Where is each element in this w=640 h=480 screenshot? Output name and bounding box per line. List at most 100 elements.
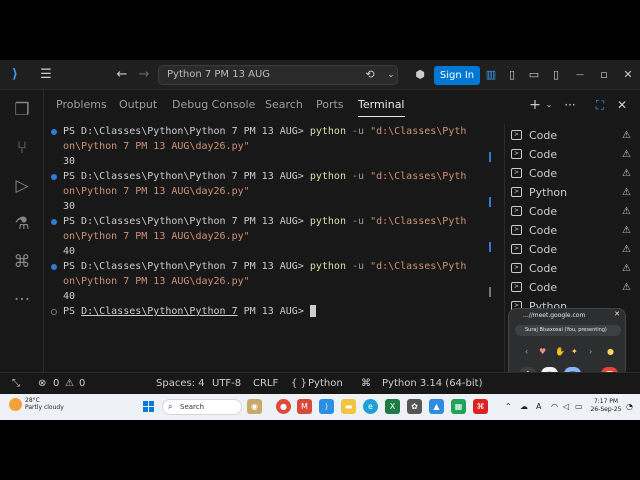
- onedrive-icon[interactable]: ☁: [520, 394, 528, 420]
- activity-bar: ❐ ⑂ ▷ ⚗ ⌘ ··· ⚙: [0, 90, 44, 400]
- accounts-shield-icon[interactable]: ⬢: [412, 60, 428, 90]
- wifi-icon[interactable]: ◠: [551, 394, 558, 420]
- windows-start-icon[interactable]: [143, 401, 155, 413]
- command-success-decoration[interactable]: [51, 219, 57, 225]
- new-terminal-icon[interactable]: +: [528, 90, 542, 120]
- command-success-decoration[interactable]: [51, 264, 57, 270]
- tab-problems[interactable]: Problems: [56, 90, 107, 120]
- forward-arrow-icon[interactable]: →: [136, 60, 152, 90]
- terminal-output-line: 40: [63, 291, 76, 302]
- warning-icon: ⚠: [622, 244, 631, 255]
- python-icon[interactable]: ⌘: [10, 250, 34, 274]
- restore-button[interactable]: ▫: [596, 60, 612, 90]
- terminal-instance-item[interactable]: > Code ⚠: [509, 126, 635, 145]
- python-app-icon[interactable]: ⌘: [473, 399, 488, 414]
- terminal-icon: >: [511, 244, 522, 254]
- copilot-icon[interactable]: ⟲: [362, 60, 378, 90]
- back-arrow-icon[interactable]: ←: [114, 60, 130, 90]
- warnings-count[interactable]: 0: [79, 373, 85, 395]
- eol-status[interactable]: CRLF: [253, 373, 278, 395]
- tab-terminal[interactable]: Terminal: [358, 90, 405, 120]
- scrollbar-marker: [489, 152, 491, 162]
- tab-search[interactable]: Search: [265, 90, 303, 120]
- terminal-instance-item[interactable]: > Code ⚠: [509, 145, 635, 164]
- remote-icon[interactable]: ⤡: [12, 373, 20, 395]
- chrome-app-icon[interactable]: ●: [276, 399, 291, 414]
- explorer-icon[interactable]: ❐: [10, 98, 34, 122]
- terminal-output[interactable]: PS D:\Classes\Python\Python 7 PM 13 AUG>…: [44, 124, 496, 384]
- warning-icon: ⚠: [622, 187, 631, 198]
- more-actions-icon[interactable]: ···: [562, 90, 578, 120]
- indentation-status[interactable]: Spaces: 4: [156, 373, 205, 395]
- source-control-icon[interactable]: ⑂: [10, 136, 34, 160]
- toggle-sidebar-icon[interactable]: ▥: [484, 60, 498, 90]
- toggle-secondary-sidebar-icon[interactable]: ▯: [549, 60, 563, 90]
- weather-sun-icon[interactable]: [9, 398, 22, 411]
- chevron-down-icon[interactable]: ⌄: [544, 90, 554, 120]
- thumbs-up-reaction-icon[interactable]: ✋: [555, 347, 565, 356]
- terminal-icon: >: [511, 187, 522, 197]
- testing-icon[interactable]: ⚗: [10, 212, 34, 236]
- language-icon[interactable]: A: [536, 394, 541, 420]
- command-pending-decoration[interactable]: [51, 309, 57, 315]
- tab-debug-console[interactable]: Debug Console: [172, 90, 255, 120]
- terminal-instance-item[interactable]: > Code ⚠: [509, 259, 635, 278]
- openai-app-icon[interactable]: ✿: [407, 399, 422, 414]
- chevron-left-icon[interactable]: ‹: [525, 347, 528, 356]
- terminal-line: PS D:\Classes\Python\Python 7 PM 13 AUG>…: [63, 126, 467, 137]
- terminal-instance-item[interactable]: > Code ⚠: [509, 221, 635, 240]
- terminal-icon: >: [511, 263, 522, 273]
- file-explorer-app-icon[interactable]: ▬: [341, 399, 356, 414]
- weather-widget[interactable]: 28°C Partly cloudy: [25, 397, 64, 411]
- chevron-right-icon[interactable]: ›: [589, 347, 592, 356]
- warning-icon: ⚠: [622, 168, 631, 179]
- celebrate-reaction-icon[interactable]: ✦: [571, 347, 578, 356]
- excel-app-icon[interactable]: X: [385, 399, 400, 414]
- terminal-icon: >: [511, 130, 522, 140]
- chevron-down-icon[interactable]: ⌄: [384, 60, 398, 90]
- gmail-app-icon[interactable]: M: [297, 399, 312, 414]
- taskbar-clock[interactable]: 7:17 PM 26-Sep-25: [586, 398, 626, 414]
- run-debug-icon[interactable]: ▷: [10, 174, 34, 198]
- python-icon: ⌘: [361, 378, 371, 389]
- maximize-panel-icon[interactable]: ⛶: [592, 90, 608, 120]
- tab-ports[interactable]: Ports: [316, 90, 344, 120]
- language-mode-status[interactable]: Python: [308, 373, 343, 395]
- close-icon[interactable]: ✕: [614, 310, 620, 318]
- terminal-instance-item[interactable]: > Python ⚠: [509, 183, 635, 202]
- notifications-icon[interactable]: ◔: [626, 394, 633, 420]
- minimize-button[interactable]: —: [572, 60, 588, 90]
- command-success-decoration[interactable]: [51, 129, 57, 135]
- volume-icon[interactable]: ◁: [563, 394, 569, 420]
- toggle-primary-sidebar-icon[interactable]: ▯: [505, 60, 519, 90]
- raise-hand-icon[interactable]: ●: [607, 347, 614, 356]
- terminal-instance-item[interactable]: > Code ⚠: [509, 164, 635, 183]
- terminal-instance-item[interactable]: > Code ⚠: [509, 278, 635, 297]
- toggle-panel-icon[interactable]: ▭: [527, 60, 541, 90]
- tab-output[interactable]: Output: [119, 90, 157, 120]
- interpreter-status[interactable]: Python 3.14 (64-bit): [382, 373, 482, 395]
- heart-reaction-icon[interactable]: ♥: [539, 347, 546, 356]
- meet-url: ...//meet.google.com: [523, 312, 586, 319]
- command-success-decoration[interactable]: [51, 174, 57, 180]
- more-icon[interactable]: ···: [10, 288, 34, 312]
- sheets-app-icon[interactable]: ▦: [451, 399, 466, 414]
- terminal-line: PS D:\Classes\Python\Python 7 PM 13 AUG>…: [63, 171, 467, 182]
- menu-icon[interactable]: ☰: [38, 60, 54, 90]
- taskbar-search-box[interactable]: ⌕ Search: [162, 399, 242, 415]
- warnings-icon[interactable]: ⚠: [65, 373, 74, 395]
- sign-in-button[interactable]: Sign In: [434, 66, 480, 85]
- close-button[interactable]: ✕: [620, 60, 636, 90]
- encoding-status[interactable]: UTF-8: [212, 373, 241, 395]
- terminal-instance-item[interactable]: > Code ⚠: [509, 240, 635, 259]
- terminal-instance-item[interactable]: > Code ⚠: [509, 202, 635, 221]
- tray-chevron-icon[interactable]: ⌃: [505, 394, 512, 420]
- close-panel-icon[interactable]: ✕: [614, 90, 630, 120]
- battery-icon[interactable]: ▭: [575, 394, 583, 420]
- widgets-app-icon[interactable]: ◉: [247, 399, 262, 414]
- photos-app-icon[interactable]: ▲: [429, 399, 444, 414]
- vscode-app-icon[interactable]: ⟩: [319, 399, 334, 414]
- errors-icon[interactable]: ⊗: [38, 373, 46, 395]
- errors-count[interactable]: 0: [53, 373, 59, 395]
- edge-app-icon[interactable]: e: [363, 399, 378, 414]
